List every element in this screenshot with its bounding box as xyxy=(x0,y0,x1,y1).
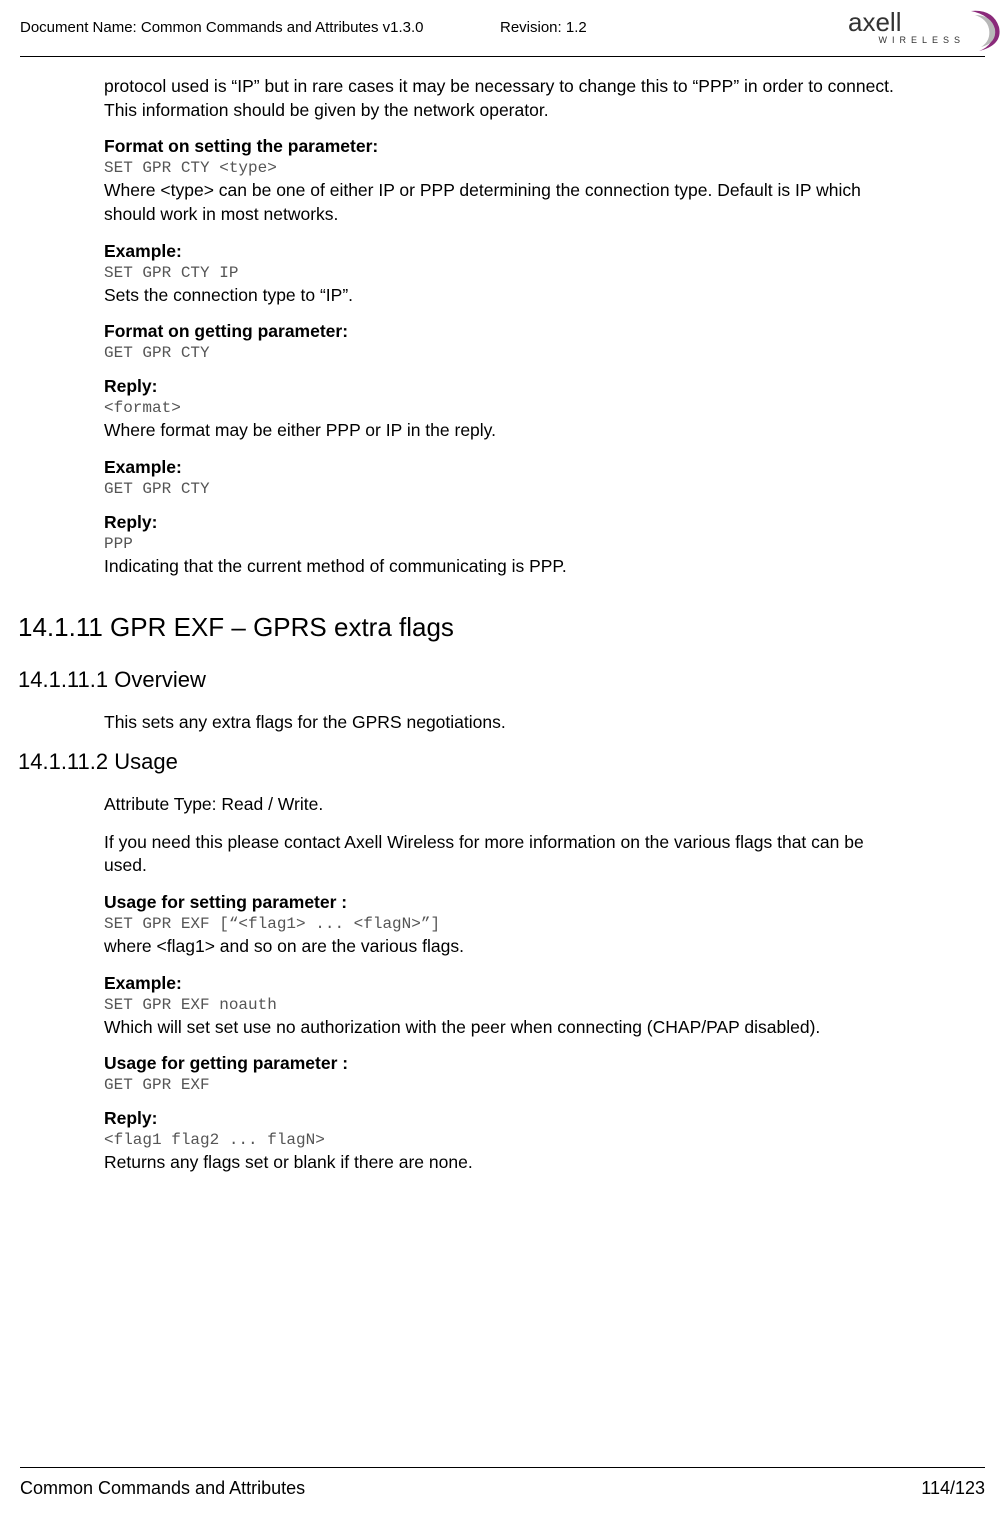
page-content: protocol used is “IP” but in rare cases … xyxy=(20,57,910,1175)
example3-heading: Example: xyxy=(104,973,910,994)
format-desc: Where format may be either PPP or IP in … xyxy=(104,419,910,443)
ppp-desc: Indicating that the current method of co… xyxy=(104,555,910,579)
usage-set-heading: Usage for setting parameter : xyxy=(104,892,910,913)
code-flags: <flag1 flag2 ... flagN> xyxy=(104,1131,910,1149)
code-format: <format> xyxy=(104,399,910,417)
code-get-exf: GET GPR EXF xyxy=(104,1076,910,1094)
format-get-heading: Format on getting parameter: xyxy=(104,321,910,342)
page-header: Document Name: Common Commands and Attri… xyxy=(20,15,985,57)
format-set-heading: Format on setting the parameter: xyxy=(104,136,910,157)
doc-name: Document Name: Common Commands and Attri… xyxy=(20,15,424,36)
usage-get-heading: Usage for getting parameter : xyxy=(104,1053,910,1074)
logo-swirl-icon xyxy=(965,9,1003,53)
page-number: 114/123 xyxy=(921,1478,985,1499)
code-set-cty-ip: SET GPR CTY IP xyxy=(104,264,910,282)
overview-para: This sets any extra flags for the GPRS n… xyxy=(104,711,910,735)
overview-heading: 14.1.11.1 Overview xyxy=(18,667,910,693)
example-heading: Example: xyxy=(104,241,910,262)
reply2-heading: Reply: xyxy=(104,512,910,533)
logo-subtext: WIRELESS xyxy=(878,35,965,45)
flags-return-desc: Returns any flags set or blank if there … xyxy=(104,1151,910,1175)
code-get-cty: GET GPR CTY xyxy=(104,344,910,362)
logo-text: axell xyxy=(848,7,901,37)
set-cty-ip-desc: Sets the connection type to “IP”. xyxy=(104,284,910,308)
code-get-cty2: GET GPR CTY xyxy=(104,480,910,498)
intro-paragraph: protocol used is “IP” but in rare cases … xyxy=(104,75,910,122)
page-footer: Common Commands and Attributes 114/123 xyxy=(20,1467,985,1499)
code-ppp: PPP xyxy=(104,535,910,553)
code-set-noauth: SET GPR EXF noauth xyxy=(104,996,910,1014)
usage-heading: 14.1.11.2 Usage xyxy=(18,749,910,775)
reply-heading: Reply: xyxy=(104,376,910,397)
set-cty-desc: Where <type> can be one of either IP or … xyxy=(104,179,910,226)
attr-type: Attribute Type: Read / Write. xyxy=(104,793,910,817)
company-logo: axell WIRELESS xyxy=(848,7,1003,55)
reply3-heading: Reply: xyxy=(104,1108,910,1129)
section-heading-exf: 14.1.11 GPR EXF – GPRS extra flags xyxy=(18,612,910,643)
revision: Revision: 1.2 xyxy=(500,15,587,36)
footer-title: Common Commands and Attributes xyxy=(20,1478,305,1499)
example2-heading: Example: xyxy=(104,457,910,478)
contact-para: If you need this please contact Axell Wi… xyxy=(104,831,910,878)
code-set-exf: SET GPR EXF [“<flag1> ... <flagN>”] xyxy=(104,915,910,933)
noauth-desc: Which will set set use no authorization … xyxy=(104,1016,910,1040)
flags-desc: where <flag1> and so on are the various … xyxy=(104,935,910,959)
code-set-cty: SET GPR CTY <type> xyxy=(104,159,910,177)
